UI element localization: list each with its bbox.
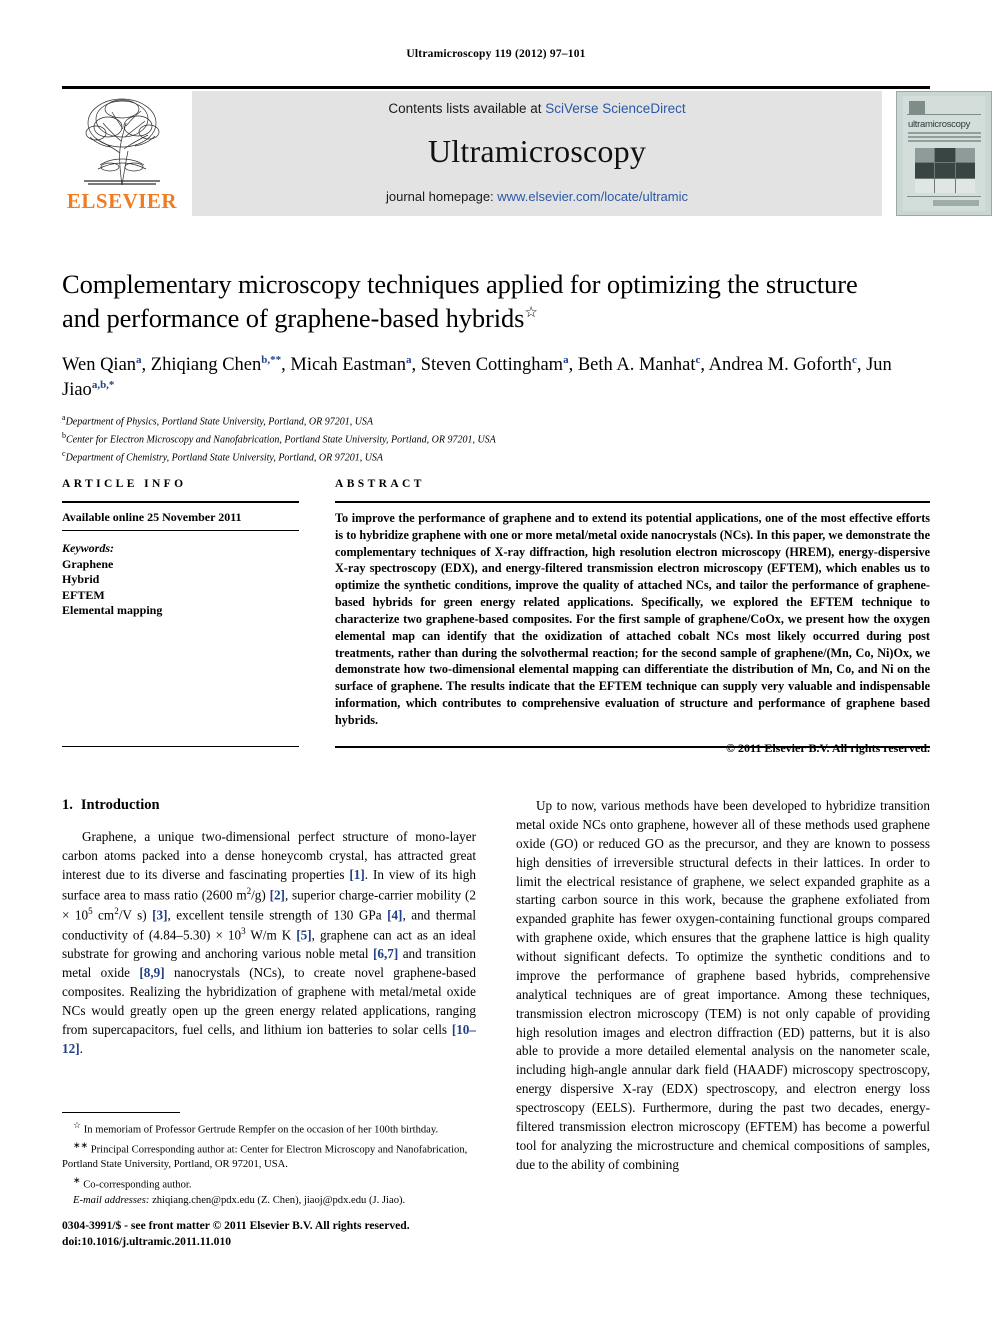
paper-title-line2: and performance of graphene-based hybrid… <box>62 302 525 333</box>
elsevier-tree-icon <box>70 93 174 187</box>
issn-line: 0304-3991/$ - see front matter © 2011 El… <box>62 1219 410 1232</box>
affiliation-item: cDepartment of Chemistry, Portland State… <box>62 448 384 464</box>
keywords-items: Graphene Hybrid EFTEM Elemental mapping <box>62 557 299 619</box>
body-column-right: Up to now, various methods have been dev… <box>516 797 930 1175</box>
author-affiliation-mark: c <box>695 353 701 366</box>
running-head: Ultramicroscopy 119 (2012) 97–101 <box>406 48 586 60</box>
homepage-prefix: journal homepage: <box>385 189 498 204</box>
doi-line[interactable]: doi:10.1016/j.ultramic.2011.11.010 <box>62 1234 476 1250</box>
footnote-item: ∗ Co-corresponding author. <box>73 1174 192 1191</box>
elsevier-logo: ELSEVIER <box>62 91 182 216</box>
issn-doi-block: 0304-3991/$ - see front matter © 2011 El… <box>62 1218 476 1250</box>
email-label: E-mail addresses: <box>73 1195 150 1207</box>
affiliation-item: aDepartment of Physics, Portland State U… <box>62 413 374 428</box>
abstract-bottom-rule <box>335 746 930 748</box>
footnote-mark: ∗∗ <box>73 1140 89 1151</box>
email-footnote: E-mail addresses: zhiqiang.chen@pdx.edu … <box>62 1194 476 1209</box>
title-footnote-mark: ☆ <box>524 305 538 322</box>
abstract-rule <box>335 501 930 503</box>
journal-homepage-line: journal homepage: www.elsevier.com/locat… <box>192 189 882 204</box>
author-name[interactable]: Zhiqiang Chen <box>151 355 261 375</box>
cover-micrograph-grid <box>915 148 975 193</box>
section-heading-introduction: 1. Introduction <box>62 797 476 814</box>
author-name[interactable]: Beth A. Manhat <box>578 355 696 375</box>
footnote-items: ☆ In memoriam of Professor Gertrude Remp… <box>62 1119 476 1193</box>
info-abstract-section: ARTICLE INFO ABSTRACT Available online 2… <box>62 478 930 755</box>
keyword-item[interactable]: Elemental mapping <box>62 603 299 619</box>
cover-rule-bottom <box>907 196 981 197</box>
paper-title-line1: Complementary microscopy techniques appl… <box>62 269 858 299</box>
footnote-item: ∗∗ Principal Corresponding author at: Ce… <box>62 1140 468 1171</box>
cover-footer-mark <box>933 200 979 206</box>
author-affiliation-mark: a <box>405 353 412 366</box>
footnote-item: ☆ In memoriam of Professor Gertrude Remp… <box>73 1120 439 1136</box>
available-online: Available online 25 November 2011 <box>62 510 299 531</box>
footnote-rule <box>62 1112 180 1113</box>
cover-subtitle-lines <box>908 132 981 142</box>
author-affiliation-mark: a <box>136 353 142 366</box>
keyword-item[interactable]: Graphene <box>62 557 299 573</box>
copyright-line: © 2011 Elsevier B.V. All rights reserved… <box>335 741 930 756</box>
article-info-column: Available online 25 November 2011 Keywor… <box>62 510 299 619</box>
abstract-text: To improve the performance of graphene a… <box>335 511 930 727</box>
author-affiliation-mark: b,** <box>261 353 282 366</box>
keywords-block: Keywords: Graphene Hybrid EFTEM Elemental m… <box>62 541 299 619</box>
cover-elsevier-mark-icon <box>909 101 925 115</box>
footnote-mark: ☆ <box>73 1120 82 1130</box>
body-column-left: 1. Introduction Graphene, a unique two-di… <box>62 797 476 1059</box>
author-affiliation-mark: a <box>563 353 569 366</box>
journal-homepage-link[interactable]: www.elsevier.com/locate/ultramic <box>497 189 688 204</box>
keyword-item[interactable]: EFTEM <box>62 588 299 604</box>
author-affiliation-mark: a,b,* <box>91 378 115 391</box>
author-name[interactable]: Micah Eastman <box>290 355 406 375</box>
email-addresses[interactable]: zhiqiang.chen@pdx.edu (Z. Chen), jiaoj@p… <box>152 1195 405 1206</box>
abstract-heading: ABSTRACT <box>335 478 425 490</box>
journal-cover-thumbnail: ultramicroscopy <box>896 91 992 216</box>
page-title: Complementary microscopy techniques appl… <box>62 268 930 336</box>
author-name[interactable]: Steven Cottingham <box>421 355 563 375</box>
article-info-bottom-rule <box>62 746 299 747</box>
section-number: 1. <box>62 797 73 813</box>
journal-title: Ultramicroscopy <box>427 133 647 169</box>
author-name[interactable]: Wen Qian <box>62 355 136 375</box>
cover-title: ultramicroscopy <box>908 119 971 130</box>
intro-paragraph-right: Up to now, various methods have been dev… <box>516 798 930 1172</box>
cover-rule-top <box>907 114 981 115</box>
keyword-item[interactable]: Hybrid <box>62 572 299 588</box>
article-info-heading: ARTICLE INFO <box>62 478 187 490</box>
contents-line: Contents lists available at SciVerse Sci… <box>192 101 882 116</box>
article-info-rule <box>62 501 299 503</box>
masthead-panel: Contents lists available at SciVerse Sci… <box>192 91 882 216</box>
keywords-label: Keywords: <box>62 541 114 555</box>
author-affiliation-mark: c <box>851 353 857 366</box>
contents-prefix: Contents lists available at <box>388 101 546 116</box>
author-list: Wen Qiana, Zhiqiang Chenb,**, Micah East… <box>62 353 892 401</box>
masthead-top-rule <box>62 86 930 89</box>
footnote-mark: ∗ <box>73 1174 81 1185</box>
affiliation-item: bCenter for Electron Microscopy and Nano… <box>62 430 496 446</box>
abstract-column: To improve the performance of graphene a… <box>335 510 930 756</box>
sciencedirect-link[interactable]: SciVerse ScienceDirect <box>545 101 685 116</box>
author-name[interactable]: Andrea M. Goforth <box>709 355 852 375</box>
footnotes-block: ☆ In memoriam of Professor Gertrude Remp… <box>62 1112 476 1210</box>
cover-inner: ultramicroscopy <box>903 96 985 211</box>
intro-paragraph-left: Graphene, a unique two-dimensional perfe… <box>62 829 477 1056</box>
section-title: Introduction <box>80 797 160 813</box>
journal-masthead: ELSEVIER Contents lists available at Sci… <box>62 86 992 216</box>
title-block: Complementary microscopy techniques appl… <box>62 268 930 466</box>
affiliation-list: aDepartment of Physics, Portland State U… <box>62 412 930 465</box>
paper-page: Ultramicroscopy 119 (2012) 97–101 ELSEVI… <box>0 0 992 1323</box>
elsevier-wordmark: ELSEVIER <box>66 189 178 213</box>
